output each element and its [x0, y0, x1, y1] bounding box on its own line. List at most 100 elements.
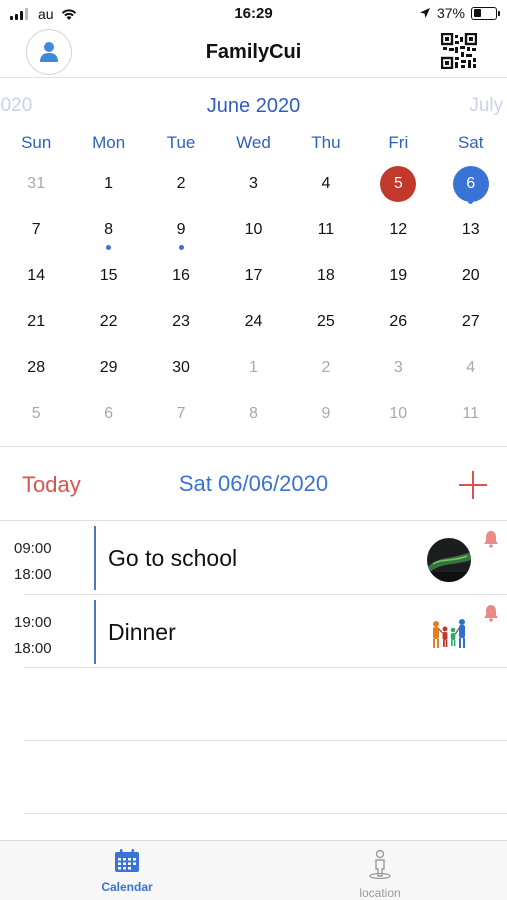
weekday-header: Sun Mon Tue Wed Thu Fri Sat	[0, 133, 507, 153]
day-number: 25	[316, 313, 335, 330]
bell-icon[interactable]	[483, 530, 499, 548]
day-number: 5	[31, 405, 41, 422]
calendar-day[interactable]: 4	[435, 344, 507, 390]
calendar-day[interactable]: 11	[435, 390, 507, 436]
person-location-icon	[369, 849, 391, 880]
calendar-day[interactable]: 14	[0, 252, 72, 298]
calendar-week: 7 8 9 10 11 12 13	[0, 206, 507, 252]
calendar-day[interactable]: 28	[0, 344, 72, 390]
page-title: FamilyCui	[205, 41, 302, 63]
event-times: 09:00 18:00	[14, 536, 52, 588]
calendar-day[interactable]: 7	[0, 206, 72, 252]
day-number: 9	[176, 221, 186, 238]
next-month[interactable]: July 2	[469, 95, 507, 117]
event-dot-indicator	[106, 245, 112, 250]
day-number: 16	[172, 267, 190, 284]
event-item[interactable]: 09:00 18:00 Go to school	[0, 522, 507, 594]
event-start-time: 19:00	[14, 614, 52, 631]
bell-icon[interactable]	[483, 604, 499, 622]
event-color-bar	[94, 600, 96, 664]
battery-percent: 37%	[436, 5, 465, 21]
calendar-day[interactable]: 19	[362, 252, 434, 298]
day-number: 28	[27, 359, 46, 376]
calendar-day[interactable]: 22	[72, 298, 144, 344]
calendar-week: 21 22 23 24 25 26 27	[0, 298, 507, 344]
calendar-week: 5 6 7 8 9 10 11	[0, 390, 507, 436]
day-number: 9	[321, 405, 331, 422]
calendar-day[interactable]: 23	[145, 298, 217, 344]
calendar-day[interactable]: 18	[290, 252, 362, 298]
calendar-day[interactable]: 5	[0, 390, 72, 436]
add-event-button[interactable]	[457, 469, 489, 501]
calendar-day[interactable]: 27	[435, 298, 507, 344]
calendar-day[interactable]: 24	[217, 298, 289, 344]
event-title: Go to school	[108, 545, 238, 571]
calendar-day[interactable]: 1	[217, 344, 289, 390]
day-number: 6	[452, 166, 489, 202]
divider	[24, 667, 507, 668]
calendar-day[interactable]: 20	[435, 252, 507, 298]
calendar-day[interactable]: 6	[72, 390, 144, 436]
calendar-day[interactable]: 2	[145, 160, 217, 206]
day-number: 10	[244, 221, 263, 238]
family-illustration	[427, 612, 471, 656]
calendar-day[interactable]: 30	[145, 344, 217, 390]
calendar-day[interactable]: 1	[72, 160, 144, 206]
day-number: 12	[389, 221, 408, 238]
day-number: 29	[99, 359, 118, 376]
day-number: 4	[466, 359, 476, 376]
day-number: 13	[461, 221, 480, 238]
day-number: 11	[317, 221, 335, 238]
tab-calendar[interactable]: Calendar	[67, 849, 187, 894]
calendar-day-selected[interactable]: 6	[435, 160, 507, 206]
calendar-day[interactable]: 8	[72, 206, 144, 252]
day-number: 3	[249, 175, 258, 192]
day-number: 19	[389, 267, 408, 284]
day-number: 23	[172, 313, 190, 330]
calendar-day[interactable]: 2	[290, 344, 362, 390]
calendar-day[interactable]: 7	[145, 390, 217, 436]
divider	[0, 446, 507, 447]
status-bar: au 16:29 37%	[0, 0, 507, 28]
day-number: 14	[27, 267, 46, 284]
tab-location[interactable]: location	[320, 849, 440, 900]
divider	[24, 740, 507, 741]
calendar-day[interactable]: 8	[217, 390, 289, 436]
weekday-mon: Mon	[92, 133, 126, 152]
calendar-day[interactable]: 12	[362, 206, 434, 252]
day-number: 2	[321, 359, 331, 376]
calendar-day[interactable]: 25	[290, 298, 362, 344]
weekday-sat: Sat	[457, 133, 484, 152]
calendar-day[interactable]: 9	[290, 390, 362, 436]
calendar-day[interactable]: 31	[0, 160, 72, 206]
day-number: 30	[172, 359, 190, 376]
calendar-day[interactable]: 21	[0, 298, 72, 344]
calendar-day[interactable]: 3	[217, 160, 289, 206]
calendar-day[interactable]: 10	[217, 206, 289, 252]
calendar-day[interactable]: 9	[145, 206, 217, 252]
calendar-day[interactable]: 13	[435, 206, 507, 252]
event-title: Dinner	[108, 619, 176, 645]
day-number: 7	[31, 221, 41, 238]
day-number: 3	[393, 359, 403, 376]
calendar-day[interactable]: 10	[362, 390, 434, 436]
event-times: 19:00 18:00	[14, 610, 52, 662]
event-color-bar	[94, 526, 96, 590]
calendar-week: 28 29 30 1 2 3 4	[0, 344, 507, 390]
calendar-day[interactable]: 15	[72, 252, 144, 298]
calendar-day[interactable]: 29	[72, 344, 144, 390]
event-start-time: 09:00	[14, 540, 52, 557]
calendar-day[interactable]: 17	[217, 252, 289, 298]
calendar-day[interactable]: 16	[145, 252, 217, 298]
location-arrow-icon	[419, 8, 430, 18]
calendar-day[interactable]: 4	[290, 160, 362, 206]
calendar-day-today[interactable]: 5	[362, 160, 434, 206]
calendar-day[interactable]: 11	[290, 206, 362, 252]
calendar-day[interactable]: 3	[362, 344, 434, 390]
qr-code-icon[interactable]	[441, 33, 477, 69]
tab-calendar-label: Calendar	[101, 880, 153, 894]
event-item[interactable]: 19:00 18:00 Dinner	[0, 596, 507, 668]
day-number: 7	[176, 405, 186, 422]
calendar-day[interactable]: 26	[362, 298, 434, 344]
day-number: 15	[99, 267, 118, 284]
